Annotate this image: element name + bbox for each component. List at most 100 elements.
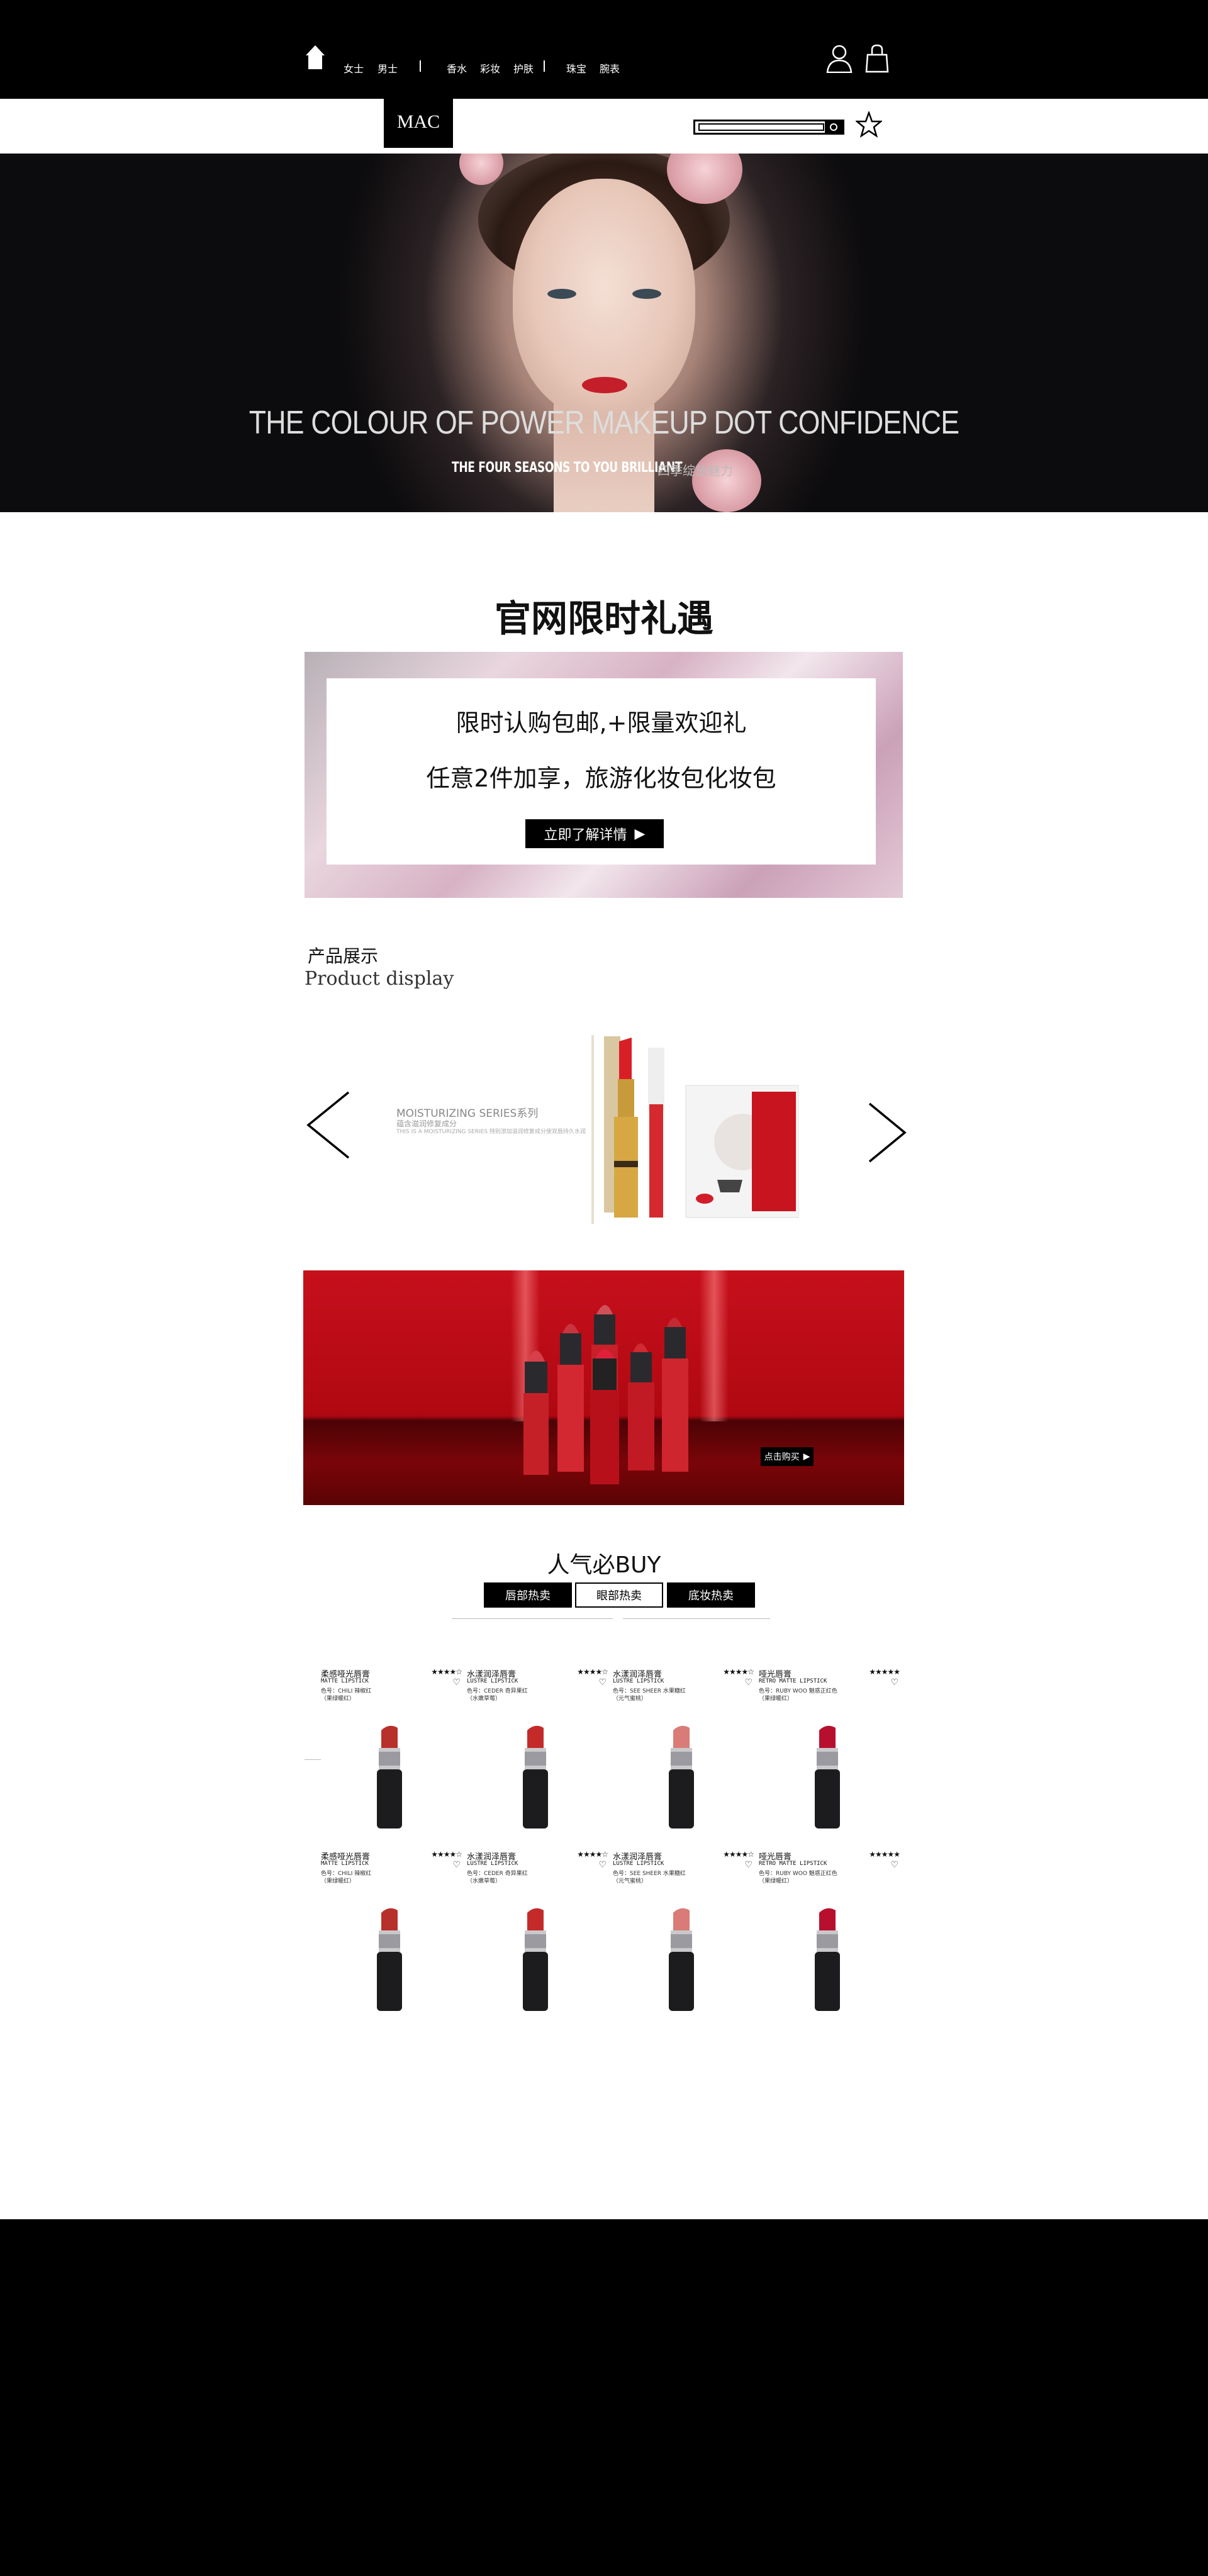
- divider-line: [305, 1759, 321, 1760]
- carousel-slide[interactable]: MOISTURIZING SERIES系列 蕴含滋润修复成分 THIS IS A…: [384, 1035, 799, 1224]
- product-card[interactable]: 水漾润泽唇膏 LUSTRE LIPSTICK 色号：CEDER 奇异果红 （水嫩草莓）…: [467, 1850, 613, 2027]
- product-english-name: LUSTRE LIPSTICK: [613, 1861, 664, 1867]
- learn-more-button[interactable]: 立即了解详情 ▶: [525, 819, 664, 848]
- top-nav-bar: 女士 男士 香水 彩妆 护肤 珠宝 腕表: [0, 0, 1208, 99]
- tab-foundation-bestsellers[interactable]: 底妆热卖: [667, 1582, 755, 1608]
- learn-more-label: 立即了解详情: [544, 827, 627, 843]
- rating-stars: ★★★★☆: [723, 1850, 754, 1859]
- product-card[interactable]: 水漾润泽唇膏 LUSTRE LIPSTICK 色号：SEE SHEER 水果糖红 （元…: [613, 1667, 759, 1845]
- product-english-name: MATTE LIPSTICK: [321, 1678, 369, 1684]
- user-icon[interactable]: [826, 44, 853, 73]
- nav-skincare[interactable]: 护肤: [513, 60, 534, 76]
- nav-women[interactable]: 女士: [344, 60, 364, 76]
- lipstick-image: [523, 1725, 548, 1828]
- product-english-name: MATTE LIPSTICK: [321, 1861, 369, 1867]
- hero-model-eye: [632, 289, 661, 299]
- heart-icon[interactable]: ♡: [744, 1677, 752, 1688]
- shopping-bag-icon[interactable]: [865, 44, 889, 73]
- product-card[interactable]: 哑光唇膏 RETRO MATTE LIPSTICK 色号：RUBY WOO 魅惑正红…: [759, 1667, 905, 1845]
- brand-logo[interactable]: MAC: [384, 96, 453, 148]
- buy-now-button[interactable]: 点击购买 ▶: [761, 1447, 814, 1466]
- hero-title: THE COLOUR OF POWER MAKEUP DOT CONFIDENC…: [249, 405, 959, 441]
- rating-stars: ★★★★☆: [577, 1667, 608, 1676]
- home-icon[interactable]: [306, 45, 325, 69]
- carousel-prev-icon[interactable]: [305, 1090, 351, 1160]
- rating-stars: ★★★★☆: [723, 1667, 754, 1676]
- nav-jewelry[interactable]: 珠宝: [566, 60, 586, 76]
- hero-flower: [459, 154, 503, 185]
- lipstick-image: [815, 1908, 840, 2011]
- lipstick-product-image: [591, 1035, 799, 1224]
- hero-banner[interactable]: THE COLOUR OF POWER MAKEUP DOT CONFIDENC…: [0, 154, 1208, 512]
- popular-section-title: 人气必BUY: [547, 1552, 661, 1578]
- hero-subtitle: THE FOUR SEASONS TO YOU BRILLIANT: [452, 460, 683, 476]
- heart-icon[interactable]: ♡: [744, 1860, 752, 1870]
- search-input[interactable]: [693, 120, 844, 135]
- nav-perfume[interactable]: 香水: [447, 60, 467, 76]
- hero-subtitle-cn: 四季绽放魅力: [657, 463, 733, 478]
- lipstick-group-image: [523, 1305, 688, 1484]
- divider-line: [452, 1618, 613, 1619]
- product-shade-note: （元气蜜桃）: [613, 1696, 647, 1702]
- product-card[interactable]: 水漾润泽唇膏 LUSTRE LIPSTICK 色号：CEDER 奇异果红 （水嫩草莓）…: [467, 1667, 613, 1845]
- rating-stars: ★★★★☆: [431, 1850, 462, 1859]
- rating-stars: ★★★★☆: [577, 1850, 608, 1859]
- product-card[interactable]: 柔感哑光唇膏 MATTE LIPSTICK 色号：CHILI 辣椒红 （果绿暖红） ★★…: [321, 1667, 467, 1845]
- lipstick-image: [377, 1725, 402, 1828]
- hero-flower: [692, 449, 761, 512]
- heart-icon[interactable]: ♡: [598, 1860, 607, 1870]
- product-english-name: RETRO MATTE LIPSTICK: [759, 1861, 827, 1867]
- product-shade-note: （水嫩草莓）: [467, 1696, 501, 1702]
- promo-banner: 限时认购包邮,+限量欢迎礼 任意2件加享，旅游化妆包化妆包 立即了解详情 ▶: [305, 652, 903, 898]
- hero-model-lips: [582, 377, 627, 393]
- lipstick-image: [377, 1908, 402, 2011]
- product-english-name: LUSTRE LIPSTICK: [467, 1861, 518, 1867]
- play-arrow-icon: ▶: [634, 826, 646, 842]
- tab-eye-bestsellers[interactable]: 眼部热卖: [575, 1582, 663, 1608]
- product-card[interactable]: 水漾润泽唇膏 LUSTRE LIPSTICK 色号：SEE SHEER 水果糖红 （元…: [613, 1850, 759, 2027]
- product-shade-note: （果绿暖红）: [321, 1696, 355, 1702]
- carousel-next-icon[interactable]: [867, 1101, 909, 1164]
- footer: [0, 2219, 1208, 2576]
- nav-men[interactable]: 男士: [378, 60, 398, 76]
- hero-model-eye: [547, 289, 576, 299]
- promo-line-2: 任意2件加享，旅游化妆包化妆包: [426, 764, 776, 792]
- product-display-title: 产品展示: [308, 946, 379, 966]
- product-shade-note: （水嫩草莓）: [467, 1878, 501, 1884]
- buy-now-label: 点击购买: [764, 1452, 800, 1462]
- product-shade-note: （元气蜜桃）: [613, 1878, 647, 1884]
- play-arrow-icon: ▶: [803, 1452, 810, 1462]
- heart-icon[interactable]: ♡: [598, 1677, 607, 1688]
- nav-makeup[interactable]: 彩妆: [480, 60, 500, 76]
- rating-stars: ★★★★★: [869, 1850, 900, 1859]
- heart-icon[interactable]: ♡: [890, 1860, 898, 1870]
- heart-icon[interactable]: ♡: [452, 1860, 461, 1870]
- search-field[interactable]: [698, 123, 824, 131]
- header-bar: [0, 99, 1208, 154]
- search-button[interactable]: [825, 121, 842, 133]
- divider-line: [623, 1618, 770, 1619]
- heart-icon[interactable]: ♡: [890, 1677, 898, 1688]
- promo-section-title: 官网限时礼遇: [494, 597, 713, 640]
- star-favorite-icon[interactable]: [856, 111, 882, 138]
- nav-watches[interactable]: 腕表: [600, 60, 620, 76]
- product-shade-note: （果绿暖红）: [321, 1878, 355, 1884]
- lipstick-banner[interactable]: [303, 1270, 904, 1505]
- product-display-subtitle: Product display: [305, 968, 454, 990]
- carousel-subtitle: 蕴含滋润修复成分: [396, 1119, 457, 1128]
- light-beam: [700, 1270, 729, 1421]
- carousel-description: THIS IS A MOISTURIZING SERIES 特别添加滋润修复成分…: [396, 1129, 586, 1135]
- product-card[interactable]: 柔感哑光唇膏 MATTE LIPSTICK 色号：CHILI 辣椒红 （果绿暖红） ★★…: [321, 1850, 467, 2027]
- tab-lip-bestsellers[interactable]: 唇部热卖: [484, 1582, 572, 1608]
- nav-divider: [420, 60, 421, 72]
- rating-stars: ★★★★★: [869, 1667, 900, 1676]
- product-english-name: LUSTRE LIPSTICK: [613, 1678, 664, 1684]
- search-icon: [830, 123, 837, 131]
- product-card[interactable]: 哑光唇膏 RETRO MATTE LIPSTICK 色号：RUBY WOO 魅惑正红…: [759, 1850, 905, 2027]
- heart-icon[interactable]: ♡: [452, 1677, 461, 1688]
- lipstick-image: [815, 1725, 840, 1828]
- product-shade-note: （果绿暖红）: [759, 1878, 793, 1884]
- lipstick-image: [523, 1908, 548, 2011]
- lipstick-image: [669, 1908, 694, 2011]
- promo-line-1: 限时认购包邮,+限量欢迎礼: [456, 709, 747, 737]
